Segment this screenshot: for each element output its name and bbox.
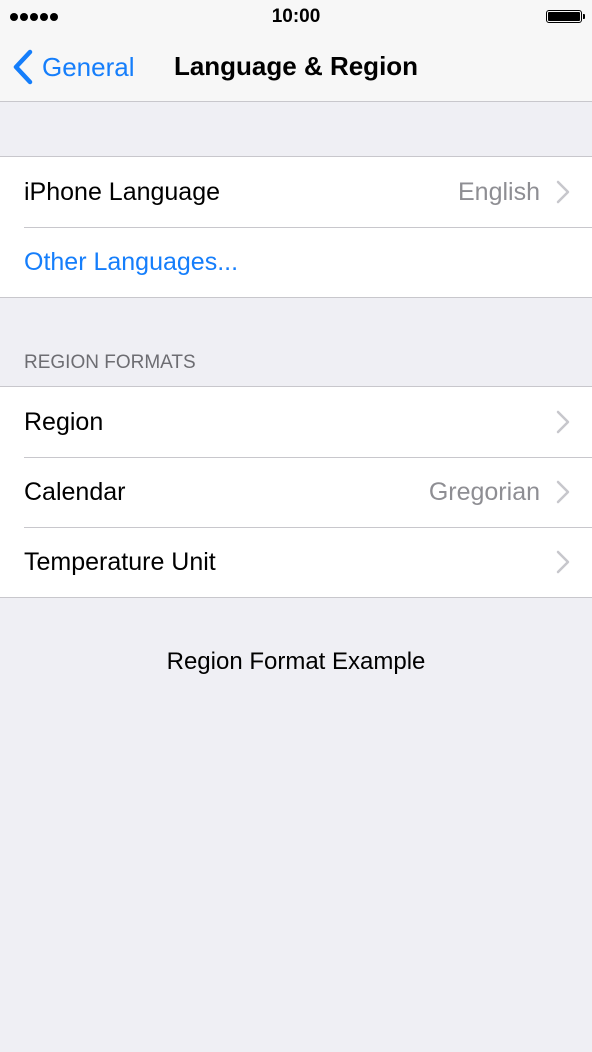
iphone-language-row[interactable]: iPhone Language English xyxy=(0,157,592,227)
status-time: 10:00 xyxy=(271,6,321,27)
other-languages-row[interactable]: Other Languages... xyxy=(0,227,592,297)
iphone-language-value: English xyxy=(458,177,540,206)
temperature-unit-row[interactable]: Temperature Unit xyxy=(0,527,592,597)
chevron-left-icon xyxy=(13,49,33,85)
calendar-value: Gregorian xyxy=(428,477,540,506)
back-button[interactable]: General xyxy=(12,48,135,86)
region-label: Region xyxy=(24,407,104,436)
chevron-right-icon xyxy=(556,180,570,204)
status-bar: 10:00 xyxy=(0,0,592,34)
calendar-label: Calendar xyxy=(24,477,126,506)
navigation-bar: General Language & Region xyxy=(0,34,592,102)
chevron-right-icon xyxy=(556,410,570,434)
iphone-language-label: iPhone Language xyxy=(24,177,221,206)
back-button-label: General xyxy=(42,51,135,82)
other-languages-link: Other Languages... xyxy=(24,247,239,276)
chevron-right-icon xyxy=(556,550,570,574)
region-formats-header: REGION FORMATS xyxy=(24,352,196,373)
region-formats-group: Region Calendar Gregorian Temperature Un… xyxy=(0,386,592,598)
language-group: iPhone Language English Other Languages.… xyxy=(0,156,592,298)
chevron-right-icon xyxy=(556,480,570,504)
temperature-unit-label: Temperature Unit xyxy=(24,547,216,576)
region-row[interactable]: Region xyxy=(0,387,592,457)
region-format-example-title: Region Format Example xyxy=(166,648,426,675)
battery-icon xyxy=(546,10,585,23)
calendar-row[interactable]: Calendar Gregorian xyxy=(0,457,592,527)
